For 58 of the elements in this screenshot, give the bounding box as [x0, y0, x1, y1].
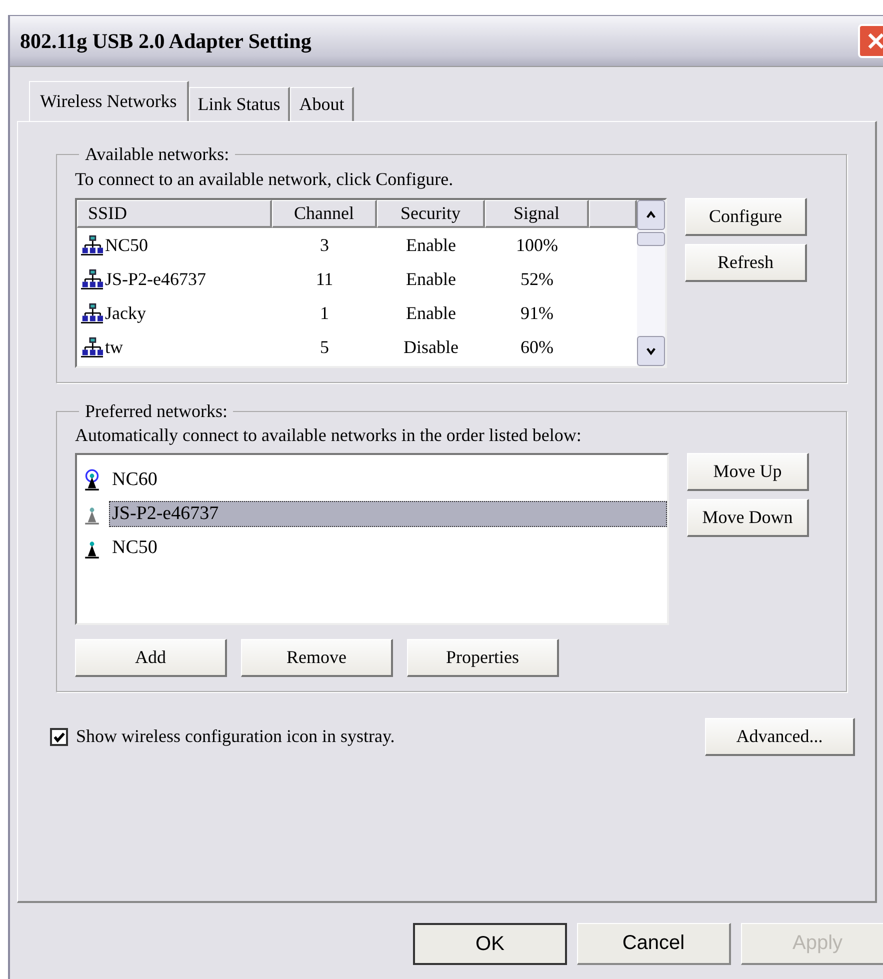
dialog-button[interactable]: Cancel: [577, 923, 731, 965]
check-icon: [52, 730, 66, 744]
list-item[interactable]: JS-P2-e46737: [109, 500, 667, 527]
table-cell-text: Enable: [405, 268, 457, 290]
list-item[interactable]: NC50: [109, 534, 667, 561]
list-item[interactable]: NC60: [109, 466, 667, 493]
hint-text: To connect to an available network, click Configure.: [75, 169, 454, 190]
table-cell-text: 52%: [520, 268, 554, 290]
dialog-button[interactable]: OK: [413, 923, 567, 965]
table-cell-text: 5: [319, 336, 330, 358]
hint-text: Automatically connect to available networks in the order listed below:: [75, 426, 582, 445]
ssid-text: JS-P2-e46737: [105, 268, 206, 290]
action-button[interactable]: Refresh: [685, 244, 807, 282]
action-button[interactable]: Configure: [685, 198, 807, 236]
checkbox-label: Show wireless configuration icon in systray.: [76, 726, 395, 748]
network-icon: [81, 302, 103, 324]
scrollbar[interactable]: [637, 200, 665, 366]
action-button[interactable]: Move Up: [687, 452, 809, 491]
column-header[interactable]: SSID: [77, 200, 272, 228]
table-cell-text: 11: [314, 268, 334, 290]
checkbox[interactable]: [50, 728, 68, 746]
ssid-text: NC50: [105, 234, 148, 256]
scroll-thumb[interactable]: [637, 232, 665, 246]
group-label: Available networks:: [84, 144, 230, 165]
action-button[interactable]: Remove: [241, 638, 393, 677]
table-cell-text: Enable: [405, 234, 457, 256]
column-header[interactable]: Security: [377, 200, 485, 228]
scroll-up-button[interactable]: [637, 200, 665, 230]
action-button[interactable]: Properties: [407, 638, 559, 677]
advanced-button[interactable]: Advanced...: [705, 718, 855, 756]
scroll-down-button[interactable]: [637, 336, 665, 366]
caret-down-icon: [645, 345, 657, 357]
table-cell-text: Disable: [402, 336, 460, 358]
network-icon: [81, 268, 103, 290]
action-button[interactable]: Move Down: [687, 498, 809, 537]
table-cell-text: 100%: [515, 234, 559, 256]
table-cell[interactable]: JS-P2-e46737: [77, 268, 272, 290]
column-header[interactable]: Signal: [485, 200, 589, 228]
window-title: 802.11g USB 2.0 Adapter Setting: [20, 28, 312, 54]
table-cell[interactable]: NC50: [77, 234, 272, 256]
table-cell-text: 60%: [520, 336, 554, 358]
action-button[interactable]: Add: [75, 638, 227, 677]
ssid-text: tw: [105, 336, 123, 358]
ssid-text: Jacky: [105, 302, 146, 324]
group-label: Preferred networks:: [84, 401, 228, 422]
table-cell-text: 91%: [520, 302, 554, 324]
tab[interactable]: Wireless Networks: [29, 81, 189, 121]
table-cell[interactable]: tw: [77, 336, 272, 358]
tab[interactable]: Link Status: [188, 87, 290, 121]
table-cell-text: 3: [319, 234, 330, 256]
table-cell[interactable]: Jacky: [77, 302, 272, 324]
column-header[interactable]: Channel: [272, 200, 377, 228]
table-cell-text: 1: [319, 302, 330, 324]
network-icon: [81, 234, 103, 256]
network-icon: [81, 336, 103, 358]
caret-up-icon: [645, 209, 657, 221]
table-cell-text: Enable: [405, 302, 457, 324]
tab[interactable]: About: [290, 87, 354, 121]
